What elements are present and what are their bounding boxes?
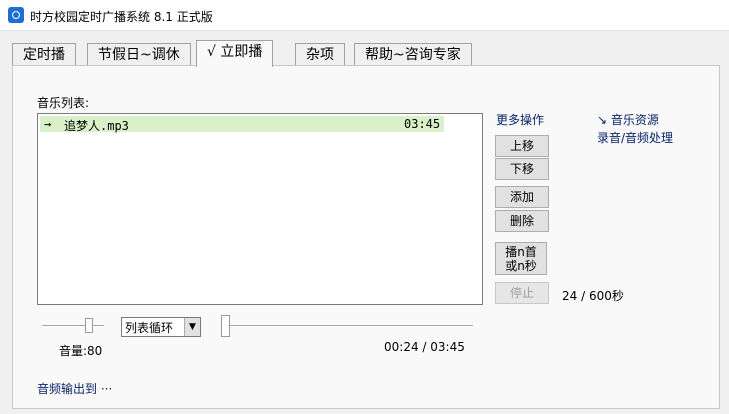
- delete-button[interactable]: 删除: [495, 210, 549, 232]
- tab-help[interactable]: 帮助~咨询专家: [354, 43, 472, 66]
- play-n-button[interactable]: 播n首 或n秒: [495, 242, 547, 275]
- instant-play-panel: 音乐列表: → 追梦人.mp3 03:45 更多操作 ↘ 音乐资源 录音/音频处…: [12, 65, 720, 409]
- now-playing-arrow-icon: →: [44, 117, 52, 131]
- audio-output-link[interactable]: 音频输出到 ···: [37, 380, 112, 397]
- add-button[interactable]: 添加: [495, 186, 549, 208]
- music-resource-link[interactable]: ↘ 音乐资源: [597, 111, 659, 128]
- title-bar: 时方校园定时广播系统 8.1 正式版: [0, 0, 729, 31]
- tab-holidays[interactable]: 节假日~调休: [87, 43, 191, 66]
- window-title: 时方校园定时广播系统 8.1 正式版: [30, 10, 213, 24]
- progress-track[interactable]: [223, 325, 473, 327]
- tab-misc[interactable]: 杂项: [295, 43, 345, 66]
- chevron-down-icon[interactable]: ▼: [184, 318, 200, 336]
- list-item[interactable]: → 追梦人.mp3 03:45: [40, 116, 444, 133]
- volume-track[interactable]: [42, 325, 104, 327]
- tab-instant-play[interactable]: √ 立即播: [196, 40, 274, 67]
- loop-mode-select[interactable]: 列表循环 ▼: [121, 317, 201, 337]
- playback-time: 00:24 / 03:45: [384, 340, 465, 354]
- stop-button[interactable]: 停止: [495, 282, 549, 304]
- more-ops-link[interactable]: 更多操作: [496, 111, 544, 128]
- play-n-line1: 播n首: [505, 245, 537, 259]
- track-duration: 03:45: [404, 117, 441, 131]
- volume-slider-thumb[interactable]: [85, 318, 93, 333]
- play-counter: 24 / 600秒: [562, 289, 624, 303]
- volume-label: 音量:80: [59, 344, 103, 358]
- track-name: 追梦人.mp3: [64, 119, 129, 133]
- play-n-line2: 或n秒: [505, 259, 537, 273]
- app-icon: [8, 7, 24, 23]
- tab-scheduled[interactable]: 定时播: [12, 43, 76, 66]
- music-list-label: 音乐列表:: [37, 96, 90, 110]
- music-list[interactable]: → 追梦人.mp3 03:45: [37, 113, 483, 305]
- tab-strip: 定时播 节假日~调休 √ 立即播 杂项 帮助~咨询专家: [0, 30, 729, 67]
- loop-mode-value: 列表循环: [125, 321, 174, 335]
- record-audio-link[interactable]: 录音/音频处理: [597, 129, 673, 146]
- move-up-button[interactable]: 上移: [495, 135, 549, 157]
- move-down-button[interactable]: 下移: [495, 158, 549, 180]
- progress-slider-thumb[interactable]: [221, 315, 230, 337]
